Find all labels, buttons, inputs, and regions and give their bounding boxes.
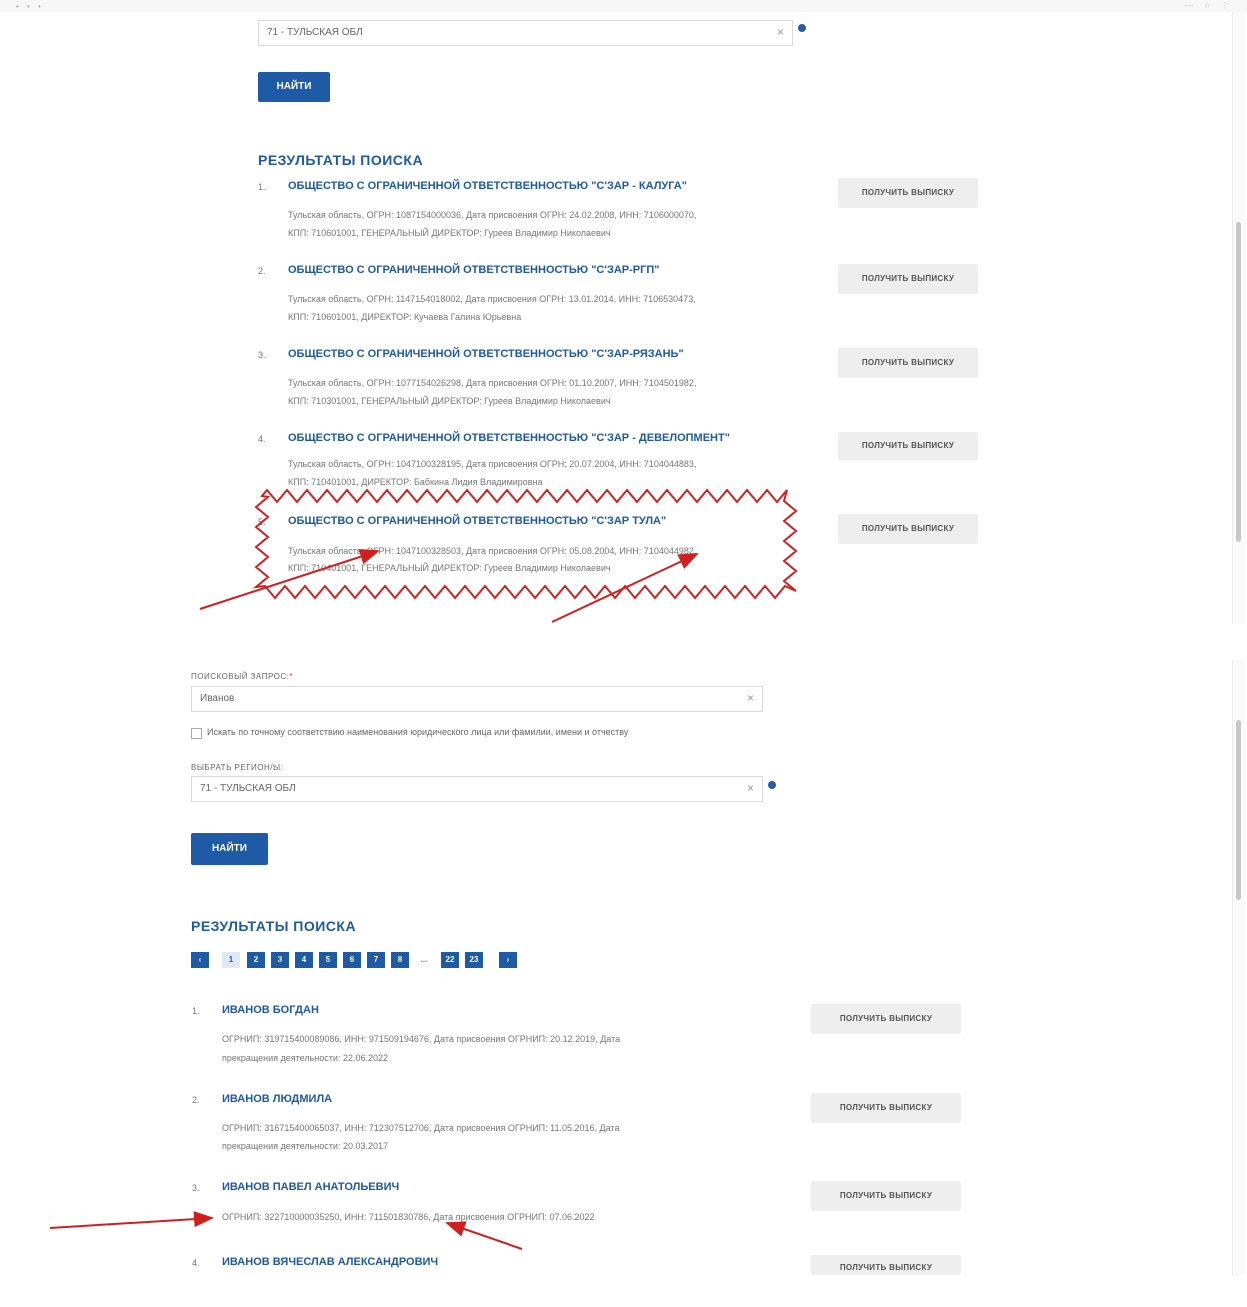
get-extract-button[interactable]: ПОЛУЧИТЬ ВЫПИСКУ bbox=[811, 1004, 961, 1034]
result-details: ОГРНИП: 316715400065037, ИНН: 7123075127… bbox=[222, 1123, 620, 1133]
get-extract-button[interactable]: ПОЛУЧИТЬ ВЫПИСКУ bbox=[838, 348, 978, 378]
region-label: ВЫБРАТЬ РЕГИОН/Ы: bbox=[191, 763, 284, 772]
page-button-8[interactable]: 8 bbox=[391, 952, 409, 968]
result-item: 4. ИВАНОВ ВЯЧЕСЛАВ АЛЕКСАНДРОВИЧ bbox=[192, 1256, 752, 1276]
region-select[interactable]: 71 - ТУЛЬСКАЯ ОБЛ × bbox=[191, 776, 763, 802]
result-details-2: КПП: 710301001, ГЕНЕРАЛЬНЫЙ ДИРЕКТОР: Гу… bbox=[288, 396, 611, 406]
result-details: Тульская область, ОГРН: 1147154018002, Д… bbox=[288, 294, 696, 304]
result-details: Тульская область, ОГРН: 1077154026298, Д… bbox=[288, 378, 697, 388]
result-item: 2. ИВАНОВ ЛЮДМИЛА ОГРНИП: 31671540006503… bbox=[192, 1093, 752, 1153]
exact-match-label: Искать по точному соответствию наименова… bbox=[207, 727, 629, 737]
page-button-2[interactable]: 2 bbox=[247, 952, 265, 968]
result-name-link[interactable]: ИВАНОВ ВЯЧЕСЛАВ АЛЕКСАНДРОВИЧ bbox=[222, 1256, 438, 1268]
page-button-3[interactable]: 3 bbox=[271, 952, 289, 968]
find-button[interactable]: НАЙТИ bbox=[191, 833, 268, 865]
result-name-link[interactable]: ИВАНОВ БОГДАН bbox=[222, 1004, 319, 1016]
result-name-link[interactable]: ОБЩЕСТВО С ОГРАНИЧЕННОЙ ОТВЕТСТВЕННОСТЬЮ… bbox=[288, 515, 666, 527]
region-select[interactable]: 71 - ТУЛЬСКАЯ ОБЛ × bbox=[258, 20, 793, 46]
result-details-2: КПП: 710401001, ДИРЕКТОР: Бабкина Лидия … bbox=[288, 477, 543, 487]
query-label: ПОИСКОВЫЙ ЗАПРОС:* bbox=[191, 672, 293, 681]
browser-tools-icon[interactable]: ⋯ ☆ ⋮ bbox=[1185, 1, 1233, 10]
screenshot-panel-top: 71 - ТУЛЬСКАЯ ОБЛ × НАЙТИ РЕЗУЛЬТАТЫ ПОИ… bbox=[0, 12, 1247, 624]
results-title: РЕЗУЛЬТАТЫ ПОИСКА bbox=[258, 152, 424, 168]
get-extract-button[interactable]: ПОЛУЧИТЬ ВЫПИСКУ bbox=[838, 264, 978, 294]
query-label-text: ПОИСКОВЫЙ ЗАПРОС: bbox=[191, 672, 290, 681]
scrollbar[interactable] bbox=[1232, 12, 1245, 624]
result-details: Тульская область, ОГРН: 1087154000036, Д… bbox=[288, 210, 697, 220]
result-number: 1. bbox=[192, 1006, 200, 1016]
get-extract-button[interactable]: ПОЛУЧИТЬ ВЫПИСКУ bbox=[811, 1255, 961, 1275]
region-info-icon[interactable] bbox=[768, 781, 776, 789]
result-details-2: КПП: 710401001, ГЕНЕРАЛЬНЫЙ ДИРЕКТОР: Гу… bbox=[288, 563, 611, 573]
clear-icon[interactable]: × bbox=[777, 25, 784, 39]
search-input-value: Иванов bbox=[200, 693, 235, 704]
find-button[interactable]: НАЙТИ bbox=[258, 72, 330, 102]
clear-icon[interactable]: × bbox=[747, 781, 754, 795]
result-item-highlighted: 3. ИВАНОВ ПАВЕЛ АНАТОЛЬЕВИЧ ОГРНИП: 3227… bbox=[192, 1181, 752, 1226]
scrollbar-thumb[interactable] bbox=[1236, 720, 1241, 900]
result-name-link[interactable]: ОБЩЕСТВО С ОГРАНИЧЕННОЙ ОТВЕТСТВЕННОСТЬЮ… bbox=[288, 180, 687, 192]
result-details: ОГРНИП: 322710000035250, ИНН: 7115018307… bbox=[222, 1212, 595, 1222]
result-number: 3. bbox=[258, 350, 266, 360]
result-number: 4. bbox=[258, 434, 266, 444]
get-extract-button[interactable]: ПОЛУЧИТЬ ВЫПИСКУ bbox=[838, 514, 978, 544]
scrollbar[interactable] bbox=[1232, 660, 1245, 1275]
result-item: 4. ОБЩЕСТВО С ОГРАНИЧЕННОЙ ОТВЕТСТВЕННОС… bbox=[258, 432, 818, 492]
result-details: ОГРНИП: 319715400089086, ИНН: 9715091946… bbox=[222, 1034, 621, 1044]
result-name-link[interactable]: ОБЩЕСТВО С ОГРАНИЧЕННОЙ ОТВЕТСТВЕННОСТЬЮ… bbox=[288, 432, 730, 444]
page-button-22[interactable]: 22 bbox=[441, 952, 459, 968]
region-info-icon[interactable] bbox=[798, 24, 806, 32]
get-extract-button[interactable]: ПОЛУЧИТЬ ВЫПИСКУ bbox=[811, 1181, 961, 1211]
scrollbar-thumb[interactable] bbox=[1236, 222, 1241, 542]
next-page-button[interactable]: › bbox=[499, 952, 517, 968]
result-name-link[interactable]: ОБЩЕСТВО С ОГРАНИЧЕННОЙ ОТВЕТСТВЕННОСТЬЮ… bbox=[288, 348, 684, 360]
window-controls-icon[interactable]: • • • bbox=[16, 2, 44, 11]
panel-separator bbox=[0, 624, 1247, 660]
page-button-4[interactable]: 4 bbox=[295, 952, 313, 968]
result-item: 1. ОБЩЕСТВО С ОГРАНИЧЕННОЙ ОТВЕТСТВЕННОС… bbox=[258, 180, 818, 240]
page-button-6[interactable]: 6 bbox=[343, 952, 361, 968]
result-number: 4. bbox=[192, 1258, 200, 1268]
result-details: Тульская область, ОГРН: 1047100328195, Д… bbox=[288, 459, 697, 469]
result-details: Тульская область, ОГРН: 1047100328503, Д… bbox=[288, 546, 697, 556]
result-name-link[interactable]: ИВАНОВ ПАВЕЛ АНАТОЛЬЕВИЧ bbox=[222, 1181, 399, 1193]
result-number: 2. bbox=[192, 1095, 200, 1105]
result-name-link[interactable]: ОБЩЕСТВО С ОГРАНИЧЕННОЙ ОТВЕТСТВЕННОСТЬЮ… bbox=[288, 264, 660, 276]
pagination-ellipsis: ... bbox=[420, 955, 428, 964]
search-input[interactable]: Иванов × bbox=[191, 686, 763, 712]
result-item-highlighted: 5. ОБЩЕСТВО С ОГРАНИЧЕННОЙ ОТВЕТСТВЕННОС… bbox=[258, 515, 818, 575]
result-number: 1. bbox=[258, 182, 266, 192]
page-button-7[interactable]: 7 bbox=[367, 952, 385, 968]
result-number: 3. bbox=[192, 1183, 200, 1193]
page-button-5[interactable]: 5 bbox=[319, 952, 337, 968]
result-number: 5. bbox=[258, 517, 266, 527]
result-name-link[interactable]: ИВАНОВ ЛЮДМИЛА bbox=[222, 1093, 332, 1105]
clear-icon[interactable]: × bbox=[747, 691, 754, 705]
result-item: 3. ОБЩЕСТВО С ОГРАНИЧЕННОЙ ОТВЕТСТВЕННОС… bbox=[258, 348, 818, 408]
result-details-2: КПП: 710601001, ДИРЕКТОР: Кучаева Галина… bbox=[288, 312, 522, 322]
result-item: 2. ОБЩЕСТВО С ОГРАНИЧЕННОЙ ОТВЕТСТВЕННОС… bbox=[258, 264, 818, 324]
region-select-value: 71 - ТУЛЬСКАЯ ОБЛ bbox=[267, 27, 363, 38]
page-button-23[interactable]: 23 bbox=[465, 952, 483, 968]
result-item: 1. ИВАНОВ БОГДАН ОГРНИП: 319715400089086… bbox=[192, 1004, 752, 1064]
exact-match-checkbox[interactable] bbox=[191, 728, 202, 739]
results-title: РЕЗУЛЬТАТЫ ПОИСКА bbox=[191, 918, 357, 934]
page-button-1[interactable]: 1 bbox=[222, 952, 240, 968]
prev-page-button[interactable]: ‹ bbox=[191, 952, 209, 968]
result-number: 2. bbox=[258, 266, 266, 276]
region-select-value: 71 - ТУЛЬСКАЯ ОБЛ bbox=[200, 783, 296, 794]
result-details-2: КПП: 710601001, ГЕНЕРАЛЬНЫЙ ДИРЕКТОР: Гу… bbox=[288, 228, 611, 238]
get-extract-button[interactable]: ПОЛУЧИТЬ ВЫПИСКУ bbox=[838, 178, 978, 208]
result-details-2: прекращения деятельности: 22.06.2022 bbox=[222, 1053, 388, 1063]
result-details-2: прекращения деятельности: 20.03.2017 bbox=[222, 1141, 388, 1151]
get-extract-button[interactable]: ПОЛУЧИТЬ ВЫПИСКУ bbox=[811, 1093, 961, 1123]
required-mark: * bbox=[289, 672, 294, 681]
get-extract-button[interactable]: ПОЛУЧИТЬ ВЫПИСКУ bbox=[838, 432, 978, 460]
